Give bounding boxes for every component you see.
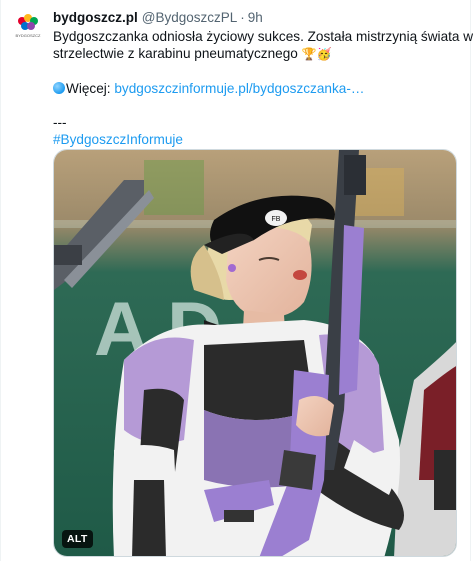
tweet-text-line-2-text: strzelectwie z karabinu pneumatycznego xyxy=(53,46,298,61)
text-divider: --- xyxy=(53,115,67,130)
tweet-header: bydgoszcz.pl @BydgoszczPL · 9h xyxy=(53,8,458,26)
bydgoszcz-logo-icon: BYDGOSZCZ xyxy=(16,14,41,38)
trophy-party-emoji: 🏆🥳 xyxy=(301,47,332,61)
avatar-caption: BYDGOSZCZ xyxy=(16,33,41,38)
author-handle[interactable]: @BydgoszczPL xyxy=(142,10,238,25)
alt-text-badge[interactable]: ALT xyxy=(62,530,93,548)
tweet-text-line-1: Bydgoszczanka odniosła życiowy sukces. Z… xyxy=(53,29,473,44)
visor-logo: FB xyxy=(272,216,281,223)
globe-icon xyxy=(53,82,65,94)
tweet-text: Bydgoszczanka odniosła życiowy sukces. Z… xyxy=(53,28,473,148)
tweet-time[interactable]: 9h xyxy=(248,10,263,25)
article-link[interactable]: bydgoszczinformuje.pl/bydgoszczanka-… xyxy=(114,81,364,96)
tweet-media-image[interactable]: A D FB ALT xyxy=(53,149,457,557)
hashtag-link[interactable]: #BydgoszczInformuje xyxy=(53,131,458,148)
more-line: Więcej: bydgoszczinformuje.pl/bydgoszcza… xyxy=(53,80,458,97)
avatar[interactable]: BYDGOSZCZ xyxy=(11,10,45,44)
more-label: Więcej: xyxy=(66,81,111,96)
tweet-content: bydgoszcz.pl @BydgoszczPL · 9h Bydgoszcz… xyxy=(53,8,473,148)
author-name[interactable]: bydgoszcz.pl xyxy=(53,10,138,25)
header-separator: · xyxy=(240,9,245,25)
tweet-card[interactable]: BYDGOSZCZ bydgoszcz.pl @BydgoszczPL · 9h… xyxy=(0,0,473,561)
tweet-text-line-2: strzelectwie z karabinu pneumatycznego 🏆… xyxy=(53,45,458,63)
shooter-photo: A D FB xyxy=(54,150,456,556)
